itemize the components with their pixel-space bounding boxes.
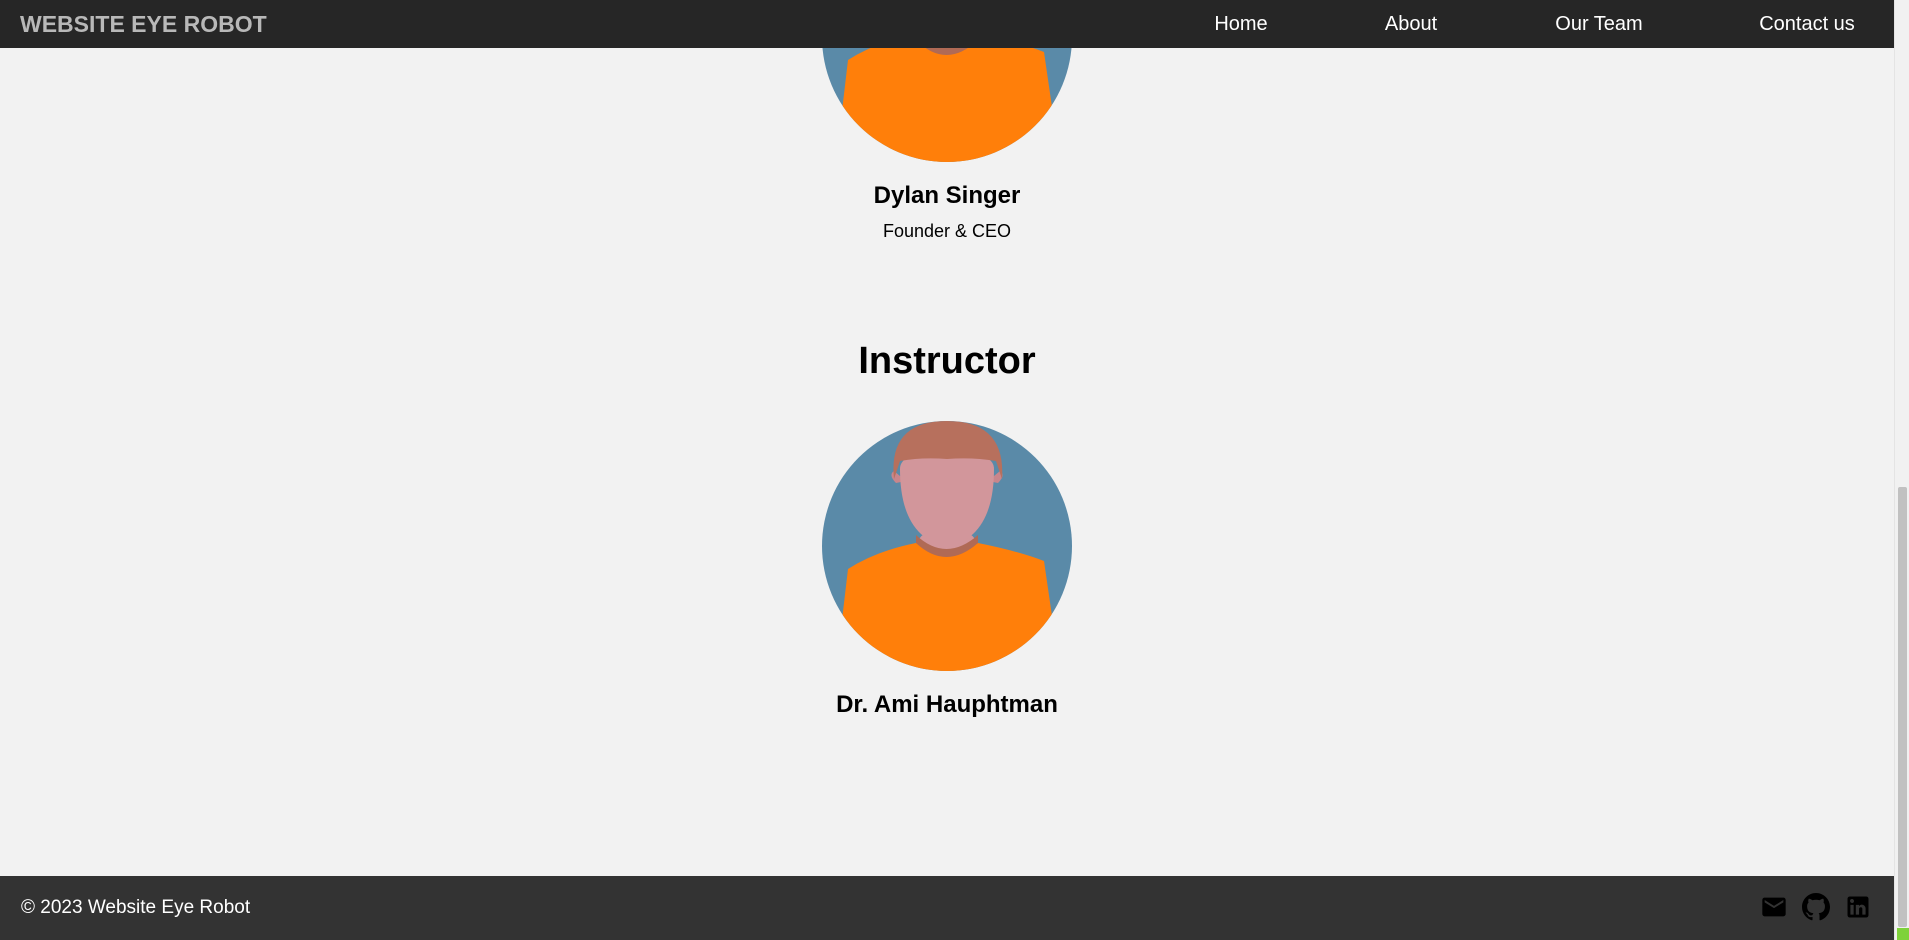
member-role: Founder & CEO [882, 221, 1012, 241]
page: Dylan Singer Founder & CEO Instructor Dr… [0, 0, 1894, 940]
mail-icon[interactable] [1760, 893, 1788, 921]
member-name: Dr. Ami Hauphtman [836, 691, 1058, 718]
resize-grip [1897, 928, 1909, 940]
nav-link-our-team[interactable]: Our Team [1555, 0, 1642, 48]
section-heading-instructor: Instructor [858, 340, 1036, 382]
linkedin-icon[interactable] [1844, 893, 1872, 921]
github-icon[interactable] [1802, 893, 1830, 921]
member-name: Dylan Singer [873, 182, 1021, 209]
nav-link-about[interactable]: About [1385, 0, 1437, 48]
person-avatar-icon [822, 421, 1072, 671]
copyright-text: © 2023 Website Eye Robot [21, 897, 251, 918]
scrollbar-thumb[interactable] [1898, 487, 1907, 927]
avatar-ami-hauphtman [822, 421, 1072, 671]
brand-logo-text[interactable]: WEBSITE EYE ROBOT [20, 0, 267, 48]
nav-link-home[interactable]: Home [1214, 0, 1267, 48]
nav-link-contact-us[interactable]: Contact us [1759, 0, 1855, 48]
footer: © 2023 Website Eye Robot [0, 876, 1894, 940]
navbar: WEBSITE EYE ROBOT Home About Our Team Co… [0, 0, 1894, 48]
scrollbar[interactable] [1894, 0, 1909, 940]
